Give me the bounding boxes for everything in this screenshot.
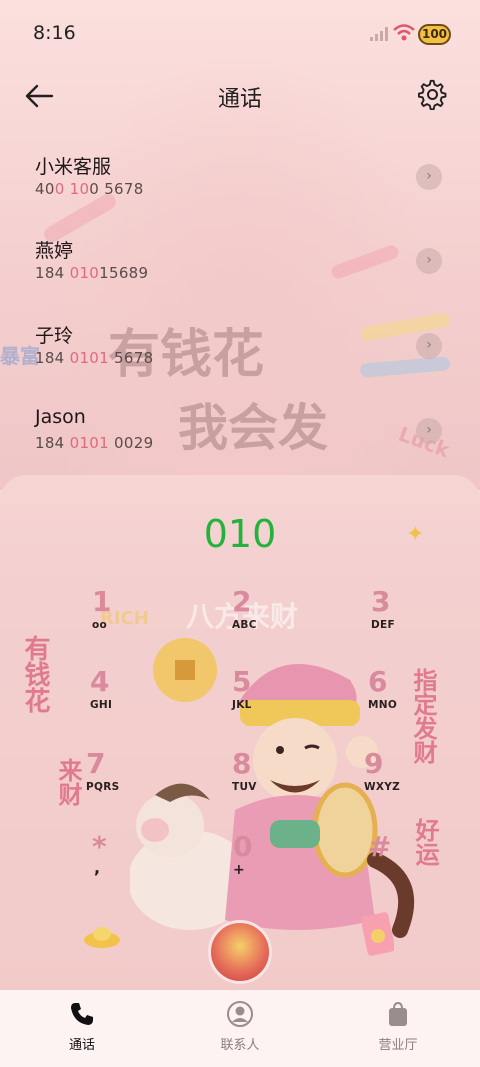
dial-key-digit: 3	[371, 585, 391, 618]
contact-row-1[interactable]: 燕婷 184 01015689 ›	[0, 236, 480, 316]
dial-key-7[interactable]: 7 PQRS	[86, 747, 156, 813]
chevron-right-icon[interactable]: ›	[416, 333, 442, 359]
number-match-highlight: 010	[69, 264, 100, 282]
status-bar: 8:16 100	[0, 0, 480, 68]
number-part: 5678	[108, 349, 154, 367]
page-title: 通话	[217, 87, 262, 112]
dial-key-hash[interactable]: #	[368, 830, 438, 896]
voicemail-icon: ᴏᴏ	[92, 619, 108, 631]
dial-key-0[interactable]: 0 +	[233, 830, 303, 896]
contact-name: 小米客服	[35, 156, 112, 178]
number-part: 0029	[108, 434, 154, 452]
battery-indicator: 100	[418, 24, 451, 45]
nav-label: 营业厅	[378, 1038, 418, 1053]
header: 通话	[0, 68, 480, 124]
dial-key-letters: MNO	[368, 699, 398, 711]
dial-key-digit: 1	[92, 585, 112, 618]
contact-row-3[interactable]: Jason 184 0101 0029 ›	[0, 406, 480, 486]
wifi-icon	[393, 24, 415, 41]
nav-label: 通话	[68, 1038, 95, 1053]
dial-key-digit: 7	[86, 747, 106, 780]
number-match-highlight: 0 10	[54, 180, 90, 198]
contact-number: 184 0101 0029	[35, 434, 153, 452]
wallpaper-left-vertical: 有钱花	[20, 635, 50, 713]
number-part: 184	[35, 264, 70, 282]
dial-key-5[interactable]: 5 JKL	[232, 665, 302, 731]
signal-icon	[370, 27, 388, 41]
dial-key-letters: ABC	[232, 619, 257, 631]
contact-row-0[interactable]: 小米客服 400 100 5678 ›	[0, 152, 480, 232]
dial-key-digit: #	[368, 830, 392, 863]
status-time: 8:16	[33, 22, 76, 44]
dial-key-digit: 9	[364, 747, 384, 780]
dial-key-letters: GHI	[90, 699, 113, 711]
dial-key-4[interactable]: 4 GHI	[90, 665, 160, 731]
contact-name: Jason	[35, 406, 86, 428]
nav-label: 联系人	[220, 1038, 260, 1053]
dial-key-6[interactable]: 6 MNO	[368, 665, 438, 731]
nav-tab-contacts[interactable]: 联系人	[190, 1000, 290, 1060]
number-match-highlight: 0101	[69, 434, 109, 452]
contacts-icon	[227, 1001, 253, 1027]
nav-tab-calls[interactable]: 通话	[32, 1000, 132, 1060]
number-part: 184	[35, 349, 70, 367]
red-envelope-icon	[362, 912, 394, 956]
dial-key-letters: JKL	[232, 699, 252, 711]
dial-key-3[interactable]: 3 DEF	[371, 585, 441, 651]
contact-number: 400 100 5678	[35, 180, 144, 198]
bottom-nav: 通话 联系人 营业厅	[0, 990, 480, 1067]
gold-ingot-icon	[84, 927, 120, 948]
dial-key-digit: 8	[232, 747, 252, 780]
number-match-highlight: 0101	[69, 349, 109, 367]
dial-key-digit: 6	[368, 665, 388, 698]
dial-key-digit: 2	[232, 585, 252, 618]
number-part: 15689	[99, 264, 149, 282]
number-part: 40	[35, 180, 55, 198]
call-button[interactable]	[208, 920, 272, 984]
sparkle-icon: ✦	[406, 522, 425, 547]
dial-key-letters: DEF	[371, 619, 395, 631]
contact-name: 燕婷	[35, 240, 74, 262]
dial-key-digit: 5	[232, 665, 252, 698]
chevron-right-icon[interactable]: ›	[416, 418, 442, 444]
contact-row-2[interactable]: 子玲 184 0101 5678 ›	[0, 321, 480, 401]
contact-number: 184 0101 5678	[35, 349, 153, 367]
number-part: 0 5678	[89, 180, 144, 198]
dial-key-8[interactable]: 8 TUV	[232, 747, 302, 813]
dial-key-letters: TUV	[232, 781, 257, 793]
contact-name: 子玲	[35, 325, 74, 347]
dial-key-digit: 4	[90, 665, 110, 698]
number-part: 184	[35, 434, 70, 452]
dial-key-2[interactable]: 2 ABC	[232, 585, 302, 651]
dial-key-1[interactable]: 1 ᴏᴏ	[92, 585, 162, 651]
wallpaper-left-lower: 来财	[54, 758, 82, 806]
phone-icon	[71, 1003, 93, 1025]
dial-key-star[interactable]: * ,	[92, 830, 162, 896]
dial-key-letters: PQRS	[86, 781, 120, 793]
chevron-right-icon[interactable]: ›	[416, 164, 442, 190]
dial-key-9[interactable]: 9 WXYZ	[364, 747, 434, 813]
contact-number: 184 01015689	[35, 264, 148, 282]
dial-key-letters: +	[233, 862, 246, 878]
gear-icon[interactable]	[418, 78, 448, 110]
shopping-bag-icon	[389, 1001, 407, 1026]
dial-key-letters: WXYZ	[364, 781, 401, 793]
dial-key-letters: ,	[94, 858, 101, 877]
dial-key-digit: 0	[233, 830, 253, 863]
chevron-right-icon[interactable]: ›	[416, 248, 442, 274]
nav-tab-service-hall[interactable]: 营业厅	[348, 1000, 448, 1060]
